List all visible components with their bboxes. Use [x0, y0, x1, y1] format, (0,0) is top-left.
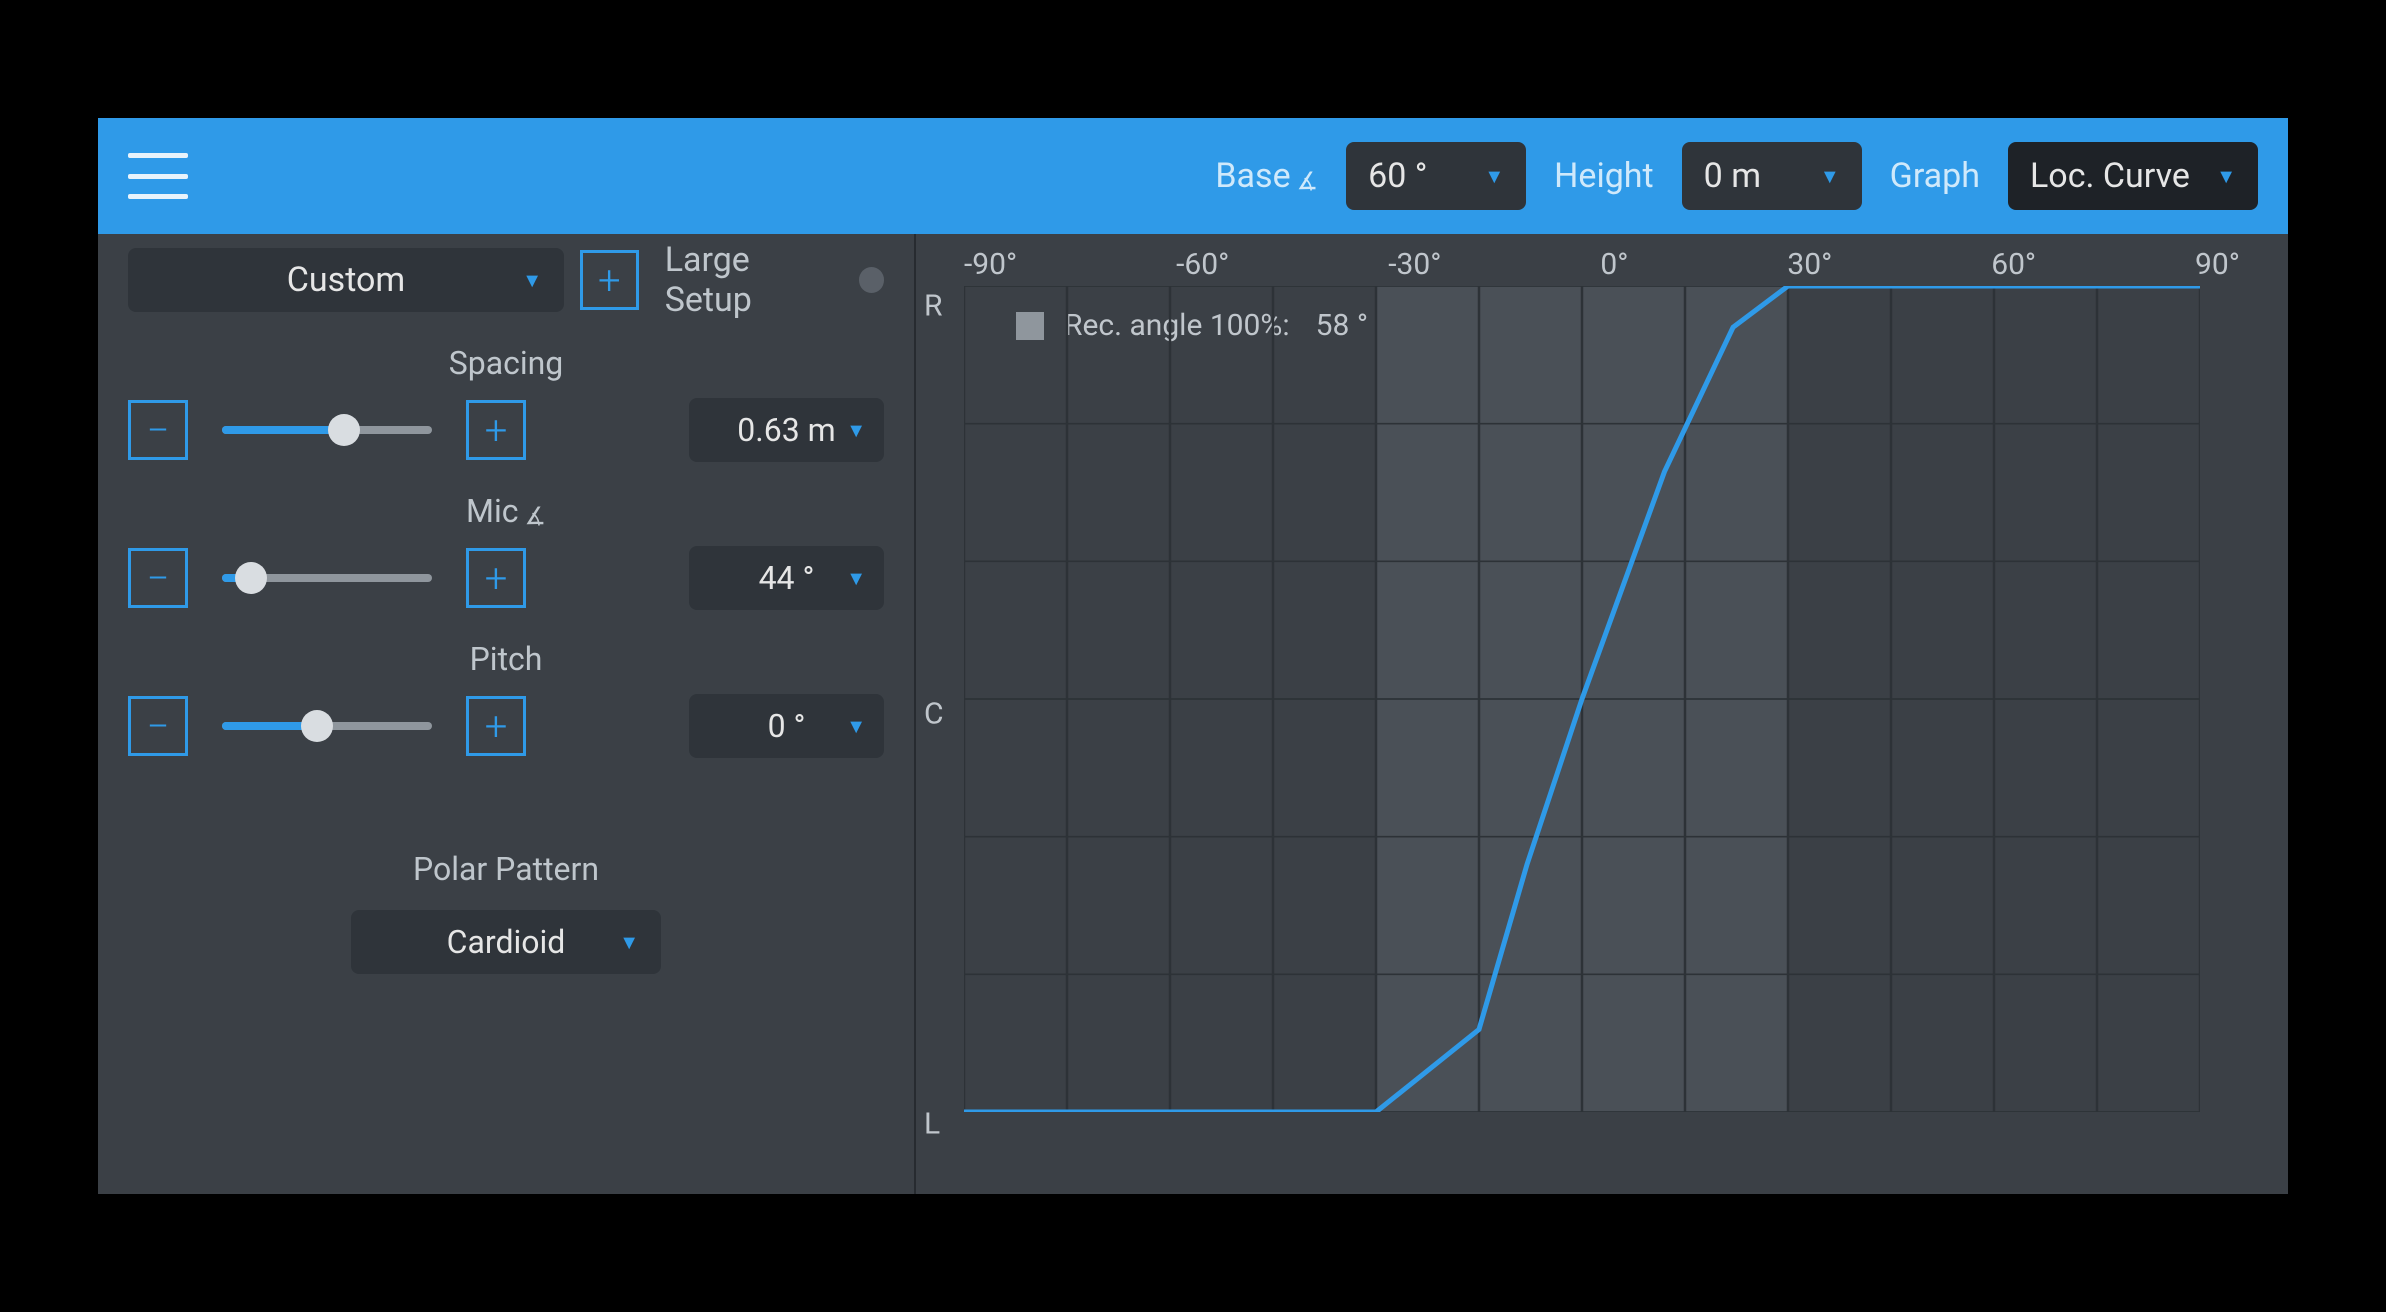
y-tick-R: R: [924, 289, 943, 324]
y-tick-L: L: [924, 1107, 940, 1142]
top-bar: Base∡ 60 °▼ Height 0 m▼ Graph Loc. Curve…: [98, 118, 2288, 234]
toggle-indicator-icon: [859, 267, 884, 293]
chevron-down-icon: ▼: [2216, 164, 2236, 189]
spacing-increment-button[interactable]: +: [466, 400, 526, 460]
spacing-block: Spacing − + 0.63 m▼: [128, 344, 884, 462]
x-axis-ticks: -90° -60° -30° 0° 30° 60° 90°: [964, 244, 2240, 284]
chevron-down-icon: ▼: [619, 930, 639, 955]
height-label: Height: [1554, 156, 1654, 196]
x-tick: -30°: [1388, 247, 1441, 282]
angle-icon: ∡: [524, 502, 546, 530]
pitch-slider[interactable]: [222, 722, 432, 730]
height-select[interactable]: 0 m▼: [1682, 142, 1862, 210]
chevron-down-icon: ▼: [846, 566, 866, 591]
mic-angle-increment-button[interactable]: +: [466, 548, 526, 608]
x-tick: -60°: [1176, 247, 1229, 282]
graph-area: -90°-60°-30°0°30°60°90° R C L Rec. angle…: [916, 234, 2288, 1194]
chevron-down-icon: ▼: [846, 714, 866, 739]
pitch-decrement-button[interactable]: −: [128, 696, 188, 756]
base-angle-label: Base∡: [1215, 156, 1318, 196]
polar-pattern-select[interactable]: Cardioid▼: [351, 910, 661, 974]
y-tick-C: C: [924, 697, 944, 732]
mic-angle-slider[interactable]: [222, 574, 432, 582]
spacing-decrement-button[interactable]: −: [128, 400, 188, 460]
pitch-block: Pitch − + 0 °▼: [128, 640, 884, 758]
preset-select[interactable]: Custom▼: [128, 248, 564, 312]
graph-plot: [964, 286, 2200, 1112]
x-tick: -90°: [964, 247, 1017, 282]
mic-angle-decrement-button[interactable]: −: [128, 548, 188, 608]
large-setup-toggle[interactable]: Large Setup: [665, 240, 884, 320]
pitch-title: Pitch: [128, 640, 884, 678]
x-tick: 0°: [1600, 247, 1628, 282]
chevron-down-icon: ▼: [1484, 164, 1504, 189]
base-angle-select[interactable]: 60 °▼: [1346, 142, 1526, 210]
chevron-down-icon: ▼: [1820, 164, 1840, 189]
spacing-value-select[interactable]: 0.63 m▼: [689, 398, 884, 462]
spacing-title: Spacing: [128, 344, 884, 382]
pitch-increment-button[interactable]: +: [466, 696, 526, 756]
parameter-panel: Custom▼ + Large Setup Spacing −: [98, 234, 916, 1194]
x-tick: 60°: [1991, 247, 2036, 282]
polar-pattern-title: Polar Pattern: [128, 850, 884, 888]
menu-icon[interactable]: [128, 153, 188, 199]
app-window: Base∡ 60 °▼ Height 0 m▼ Graph Loc. Curve…: [98, 118, 2288, 1194]
angle-icon: ∡: [1297, 167, 1319, 195]
chevron-down-icon: ▼: [846, 418, 866, 443]
graph-type-select[interactable]: Loc. Curve▼: [2008, 142, 2258, 210]
mic-angle-value-select[interactable]: 44 °▼: [689, 546, 884, 610]
x-tick: 90°: [2195, 247, 2240, 282]
spacing-slider[interactable]: [222, 426, 432, 434]
chevron-down-icon: ▼: [522, 268, 542, 293]
pitch-value-select[interactable]: 0 °▼: [689, 694, 884, 758]
x-tick: 30°: [1787, 247, 1832, 282]
mic-angle-block: Mic∡ − + 44 °▼: [128, 492, 884, 610]
mic-angle-title: Mic∡: [128, 492, 884, 530]
polar-pattern-block: Polar Pattern Cardioid▼: [128, 850, 884, 974]
add-preset-button[interactable]: +: [580, 250, 639, 310]
graph-label: Graph: [1890, 156, 1980, 196]
